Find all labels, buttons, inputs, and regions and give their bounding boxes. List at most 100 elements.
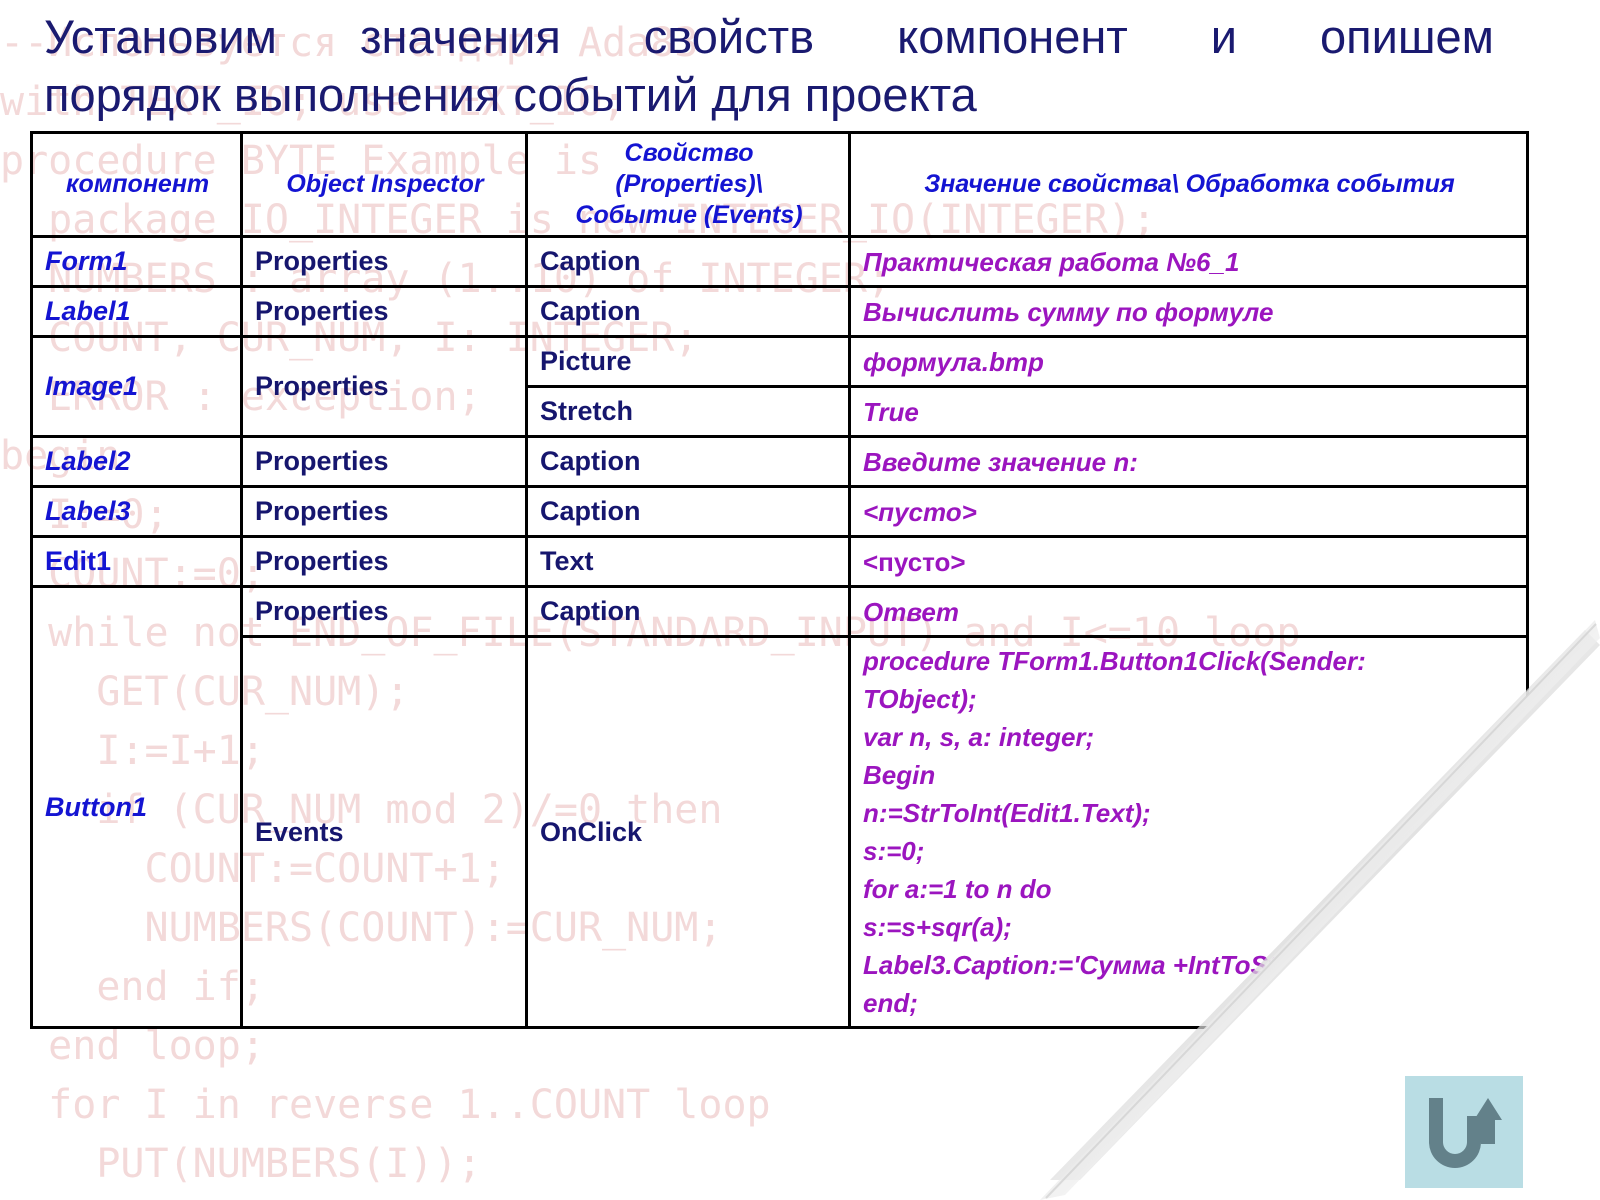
code-line: procedure TForm1.Button1Click(Sender: [863, 646, 1366, 676]
component-name: Button1 [45, 791, 147, 822]
table-row: Button1 Properties Caption Ответ [30, 585, 1529, 1029]
property-name: Caption [540, 446, 641, 476]
code-line: end; [863, 988, 918, 1018]
cell-property-edit1: Text [525, 535, 851, 588]
page-title-line-2: порядок выполнения событий для проекта [44, 68, 977, 121]
cell-inspector-button1-properties: Properties [240, 585, 528, 638]
property-value: <пусто> [863, 546, 966, 577]
cell-value-image1-picture: формула.bmp [848, 335, 1529, 388]
table-row: Label3 Properties Caption <пусто> [30, 485, 1529, 538]
table-row: Edit1 Properties Text <пусто> [30, 535, 1529, 588]
header-label-value-handler: Значение свойства\ Обработка события [924, 170, 1455, 198]
property-name: Text [540, 546, 594, 576]
property-name: OnClick [540, 816, 643, 847]
property-value: Ответ [863, 596, 959, 627]
property-name: Caption [540, 296, 641, 326]
cell-inspector-image1: Properties [240, 335, 528, 438]
code-line: s:=s+sqr(a); [863, 912, 1012, 942]
cell-inspector-button1-events: Events [240, 635, 528, 1029]
table-row: Label2 Properties Caption Введите значен… [30, 435, 1529, 488]
slide: --Используется стандарт Ada83 with TEXT_… [0, 0, 1600, 1200]
cell-value-image1-stretch: True [848, 385, 1529, 438]
inspector-section: Properties [255, 546, 389, 576]
header-cell-component: компонент [30, 131, 243, 238]
header-label-component: компонент [65, 170, 210, 198]
cell-property-image1-picture: Picture [525, 335, 851, 388]
properties-table: компонент Object Inspector Свойство (Pro… [30, 131, 1529, 1029]
property-value: Введите значение n: [863, 446, 1138, 477]
property-name: Caption [540, 596, 641, 626]
table-row: Form1 Properties Caption Практическая ра… [30, 235, 1529, 288]
inspector-section: Properties [255, 596, 389, 626]
cell-component-label1: Label1 [30, 285, 243, 338]
inspector-section: Properties [255, 296, 389, 326]
property-value: формула.bmp [863, 346, 1044, 377]
inspector-section: Properties [255, 371, 389, 401]
component-name: Edit1 [45, 546, 112, 576]
cell-value-label2: Введите значение n: [848, 435, 1529, 488]
inspector-section: Events [255, 816, 344, 847]
property-value: Вычислить сумму по формуле [863, 296, 1274, 327]
header-label-property-line2: (Properties)\ [615, 170, 763, 198]
page-title: Установим значения свойств компонент и о… [44, 8, 1494, 124]
cell-inspector-label2: Properties [240, 435, 528, 488]
code-line: Begin [863, 760, 936, 790]
table-row: Label1 Properties Caption Вычислить сумм… [30, 285, 1529, 338]
cell-property-label1: Caption [525, 285, 851, 338]
cell-component-edit1: Edit1 [30, 535, 243, 588]
property-name: Caption [540, 246, 641, 276]
code-line: for a:=1 to n do [863, 874, 1052, 904]
cell-property-button1-caption: Caption [525, 585, 851, 638]
component-name: Label1 [45, 296, 131, 326]
cell-value-form1: Практическая работа №6_1 [848, 235, 1529, 288]
inspector-section: Properties [255, 496, 389, 526]
code-line: TObject); [863, 684, 977, 714]
property-value: True [863, 396, 919, 427]
cell-value-label1: Вычислить сумму по формуле [848, 285, 1529, 338]
cell-property-image1-stretch: Stretch [525, 385, 851, 438]
table-header-row: компонент Object Inspector Свойство (Pro… [30, 131, 1529, 238]
header-label-property-line1: Свойство [624, 139, 754, 167]
component-name: Label2 [45, 446, 131, 476]
header-label-object-inspector: Object Inspector [286, 170, 484, 198]
cell-value-button1-caption: Ответ [848, 585, 1529, 638]
cell-property-label3: Caption [525, 485, 851, 538]
property-name: Stretch [540, 396, 634, 426]
inspector-section: Properties [255, 246, 389, 276]
code-line: n:=StrToInt(Edit1.Text); [863, 798, 1151, 828]
property-name: Picture [540, 346, 632, 376]
header-cell-value-handler: Значение свойства\ Обработка события [848, 131, 1529, 238]
cell-inspector-form1: Properties [240, 235, 528, 288]
cell-component-label2: Label2 [30, 435, 243, 488]
cell-value-label3: <пусто> [848, 485, 1529, 538]
component-name: Form1 [45, 246, 128, 276]
property-value: <пусто> [863, 496, 977, 527]
cell-component-form1: Form1 [30, 235, 243, 288]
property-name: Caption [540, 496, 641, 526]
cell-property-button1-onclick: OnClick [525, 635, 851, 1029]
code-line: var n, s, a: integer; [863, 722, 1095, 752]
code-line: s:=0; [863, 836, 925, 866]
component-name: Label3 [45, 496, 131, 526]
property-value: Практическая работа №6_1 [863, 246, 1240, 277]
event-handler-code: procedure TForm1.Button1Click(Sender: TO… [863, 642, 1516, 1022]
properties-table-container: компонент Object Inspector Свойство (Pro… [30, 131, 1529, 1029]
cell-component-button1: Button1 [30, 585, 243, 1029]
cell-inspector-label3: Properties [240, 485, 528, 538]
cell-property-label2: Caption [525, 435, 851, 488]
cell-property-form1: Caption [525, 235, 851, 288]
inspector-section: Properties [255, 446, 389, 476]
component-name: Image1 [45, 371, 139, 401]
page-title-line-1: Установим значения свойств компонент и о… [44, 10, 1494, 63]
table-row: Image1 Properties Picture формула.bmp [30, 335, 1529, 438]
cell-value-edit1: <пусто> [848, 535, 1529, 588]
u-turn-arrow-icon [1429, 1098, 1502, 1168]
cell-inspector-edit1: Properties [240, 535, 528, 588]
cell-value-button1-onclick-code: procedure TForm1.Button1Click(Sender: TO… [848, 635, 1529, 1029]
cell-inspector-label1: Properties [240, 285, 528, 338]
return-button[interactable] [1405, 1076, 1523, 1188]
header-label-property-line3: Событие (Events) [575, 201, 803, 229]
table-row: Events OnClick procedure TForm1.Button1C… [32, 635, 1529, 1029]
cell-component-image1: Image1 [30, 335, 243, 438]
header-cell-property-event: Свойство (Properties)\ Событие (Events) [525, 131, 851, 238]
